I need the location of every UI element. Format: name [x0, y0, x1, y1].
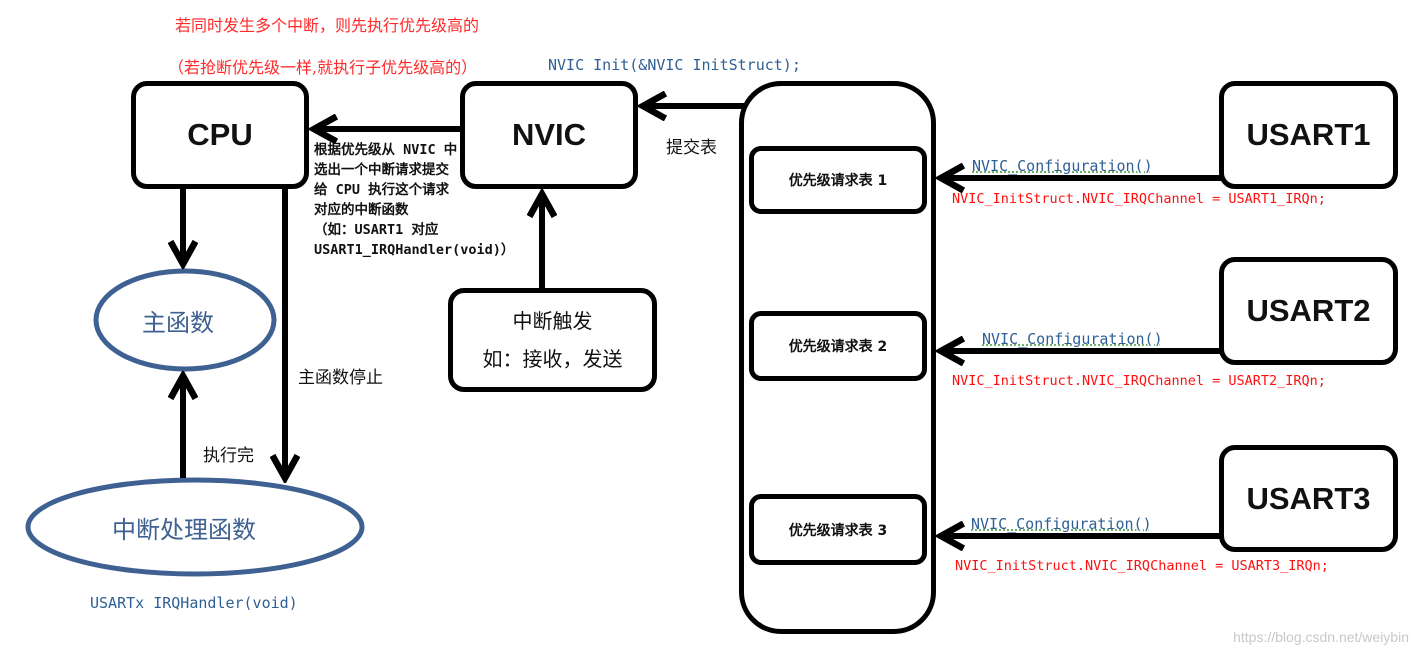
cpu-node[interactable]: CPU — [131, 81, 309, 189]
usart1-config-call: NVIC_Configuration() — [972, 157, 1153, 175]
usart3-config-call: NVIC_Configuration() — [971, 515, 1152, 533]
priority-table-3-label: 优先级请求表 3 — [788, 522, 888, 539]
priority-table-3[interactable]: 优先级请求表 3 — [749, 494, 927, 565]
interrupt-trigger-examples: 如：接收，发送 — [482, 347, 623, 371]
isr-signature: USARTx IRQHandler(void) — [90, 594, 298, 612]
usart1-channel-code: NVIC_InitStruct.NVIC_IRQChannel = USART1… — [952, 191, 1326, 207]
main-function-label: 主函数 — [142, 309, 214, 337]
usart1-label: USART1 — [1246, 117, 1371, 152]
main-stopped-label: 主函数停止 — [298, 368, 383, 388]
priority-table-2-label: 优先级请求表 2 — [788, 339, 888, 355]
priority-table-1-label: 优先级请求表 1 — [788, 173, 888, 189]
priority-table-1[interactable]: 优先级请求表 1 — [749, 146, 927, 214]
cpu-label: CPU — [187, 117, 253, 152]
priority-table-2[interactable]: 优先级请求表 2 — [749, 311, 927, 381]
usart2-node[interactable]: USART2 — [1219, 257, 1398, 365]
submit-table-label: 提交表 — [666, 138, 717, 158]
nvic-label: NVIC — [511, 117, 587, 152]
nvic-init-call: NVIC Init(&NVIC InitStruct); — [548, 56, 801, 74]
annotation-subpriority: （若抢断优先级一样,就执行子优先级高的） — [168, 58, 478, 77]
nvic-to-cpu-description: 根据优先级从 NVIC 中选出一个中断请求提交给 CPU 执行这个请求对应的中断… — [314, 142, 515, 258]
watermark: https://blog.csdn.net/weiybin — [1233, 629, 1409, 645]
interrupt-trigger-title: 中断触发 — [512, 309, 593, 333]
usart2-label: USART2 — [1246, 293, 1371, 328]
interrupt-trigger-node[interactable]: 中断触发 如：接收，发送 — [448, 288, 657, 392]
isr-label: 中断处理函数 — [112, 516, 256, 544]
usart2-config-call: NVIC_Configuration() — [982, 330, 1163, 348]
nvic-node[interactable]: NVIC — [460, 81, 638, 189]
annotation-multiple-interrupts: 若同时发生多个中断，则先执行优先级高的 — [175, 16, 480, 35]
usart2-channel-code: NVIC_InitStruct.NVIC_IRQChannel = USART2… — [952, 373, 1326, 389]
usart3-label: USART3 — [1246, 480, 1371, 516]
usart1-node[interactable]: USART1 — [1219, 81, 1398, 189]
usart3-node[interactable]: USART3 — [1219, 445, 1398, 552]
usart3-channel-code: NVIC_InitStruct.NVIC_IRQChannel = USART3… — [955, 558, 1329, 574]
finished-label: 执行完 — [203, 446, 254, 466]
